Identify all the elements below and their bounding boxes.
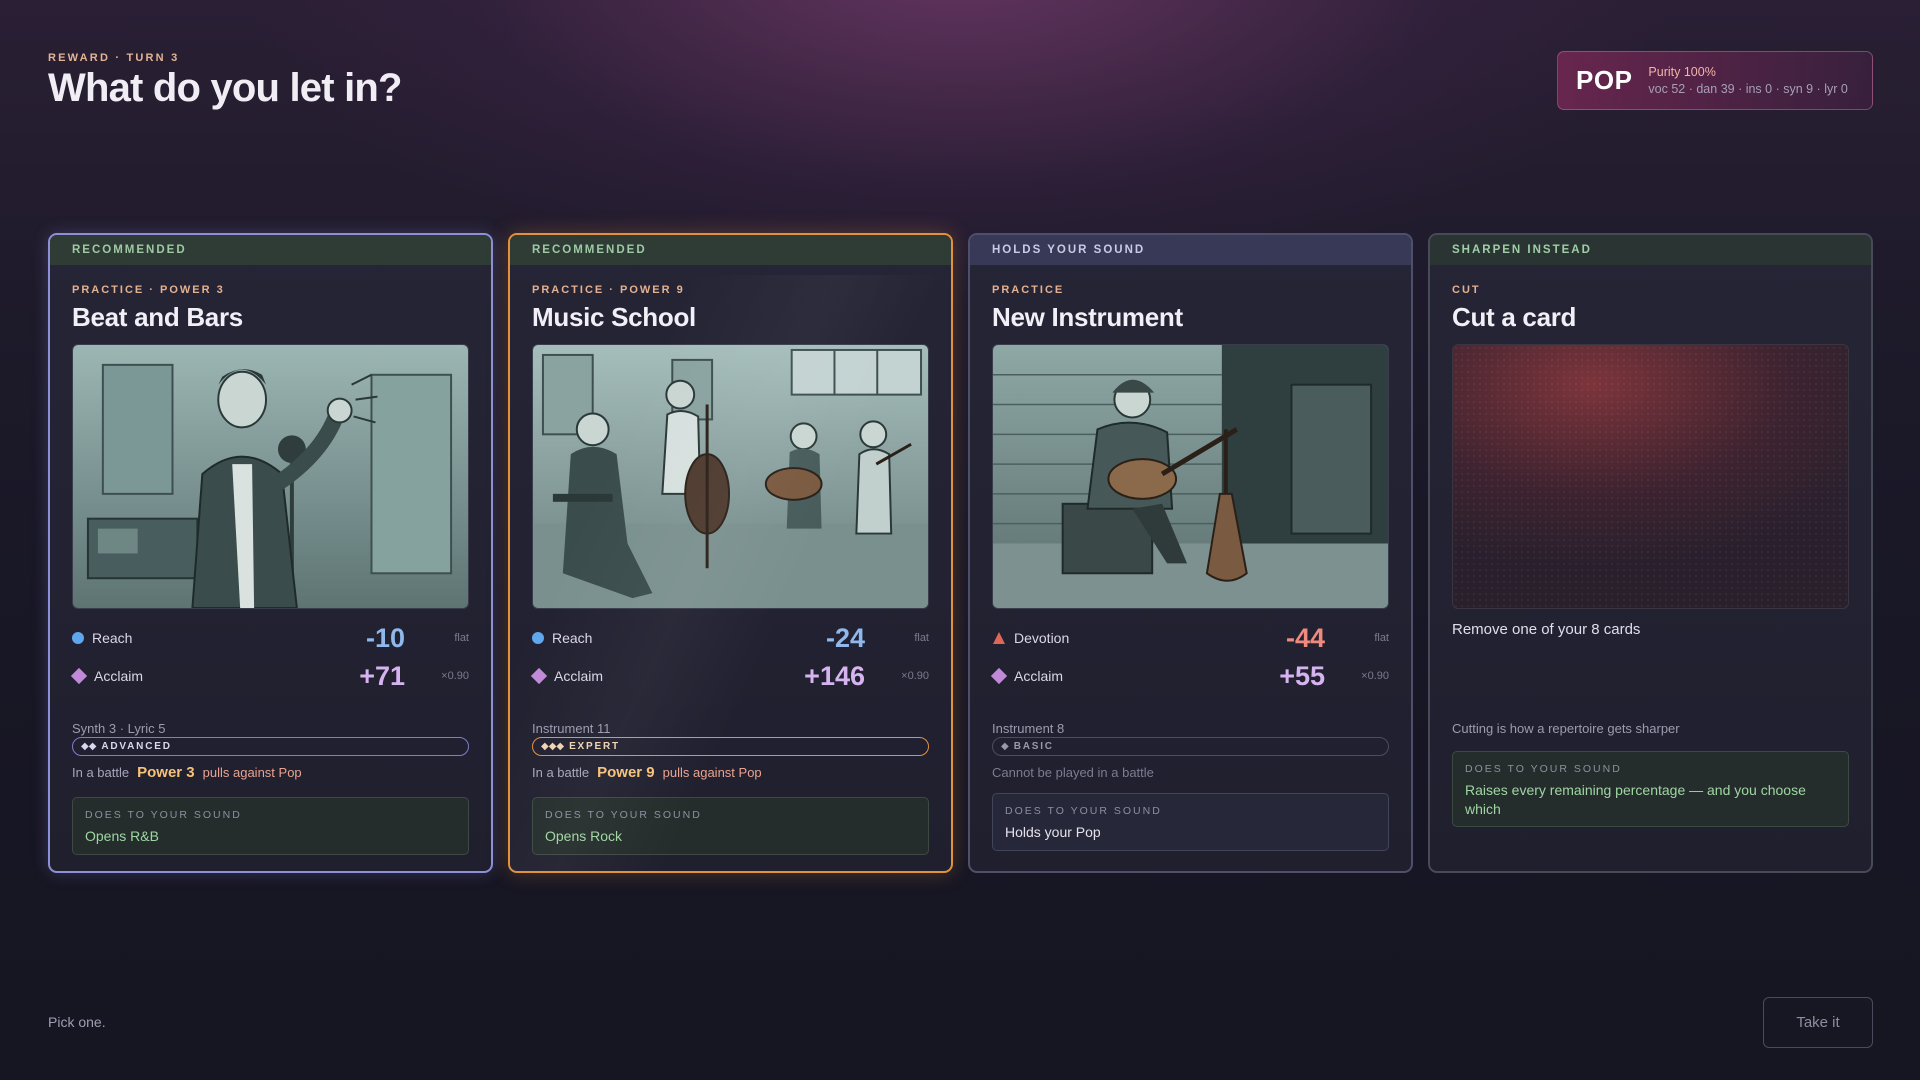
card-title: Music School — [532, 302, 696, 332]
battle-power: Power 3 — [137, 764, 195, 781]
tier-badge: ◆◆◆ EXPERT — [532, 737, 929, 756]
tier-pips-icon: ◆◆◆ — [541, 741, 565, 752]
battle-suffix: pulls against Pop — [662, 765, 762, 780]
stat-row-reach: Reach -10 flat — [72, 623, 469, 653]
card-banner: HOLDS YOUR SOUND — [970, 235, 1411, 265]
effect-label: DOES TO YOUR SOUND — [1005, 805, 1162, 817]
card-kicker: PRACTICE — [992, 284, 1065, 296]
diamond-purple-icon — [70, 667, 88, 685]
battle-line: In a battle Power 3 pulls against Pop — [72, 764, 302, 781]
stat-modifier: ×0.90 — [901, 670, 929, 682]
stat-value: +55 — [1279, 660, 1325, 691]
battle-note: Cannot be played in a battle — [992, 765, 1154, 780]
stat-row-acclaim: Acclaim +146 ×0.90 — [530, 660, 929, 691]
reward-card-row: RECOMMENDED PRACTICE · POWER 3 Beat and … — [48, 233, 1873, 873]
stat-label: Devotion — [1014, 630, 1070, 646]
stat-modifier: ×0.90 — [441, 670, 469, 682]
card-title: New Instrument — [992, 302, 1183, 332]
effect-label: DOES TO YOUR SOUND — [85, 809, 242, 821]
sound-effect-box: DOES TO YOUR SOUND Raises every remainin… — [1452, 751, 1849, 827]
genre-status-panel: POP Purity 100% voc 52 · dan 39 · ins 0 … — [1557, 51, 1873, 110]
stat-value: -44 — [1285, 622, 1325, 653]
card-kicker: PRACTICE · POWER 3 — [72, 284, 225, 296]
battle-power: Power 9 — [597, 764, 655, 781]
dot-blue-icon — [532, 632, 544, 644]
battle-suffix: pulls against Pop — [202, 765, 302, 780]
card-illustration-recording-booth — [72, 344, 469, 609]
card-illustration-guitarist-alley — [992, 344, 1389, 609]
reward-card-beat-and-bars[interactable]: RECOMMENDED PRACTICE · POWER 3 Beat and … — [48, 233, 493, 873]
tier-pips-icon: ◆◆ — [81, 741, 97, 752]
effect-text: Opens Rock — [545, 828, 623, 844]
tier-label: ADVANCED — [101, 741, 172, 752]
sound-effect-box: DOES TO YOUR SOUND Holds your Pop — [992, 793, 1389, 851]
card-requirement: Instrument 11 — [532, 721, 611, 736]
stat-row-devotion: Devotion -44 flat — [992, 623, 1389, 653]
stat-row-acclaim: Acclaim +55 ×0.90 — [990, 660, 1389, 691]
card-illustration-music-classroom — [532, 344, 929, 609]
card-requirement: Synth 3 · Lyric 5 — [72, 721, 166, 736]
stat-value: -10 — [365, 622, 405, 653]
stat-label: Acclaim — [1014, 668, 1064, 684]
card-kicker: PRACTICE · POWER 9 — [532, 284, 685, 296]
card-kicker: CUT — [1452, 284, 1481, 296]
stat-label: Reach — [92, 630, 133, 646]
page-title: What do you let in? — [48, 66, 402, 110]
turn-eyebrow: REWARD · TURN 3 — [48, 52, 180, 64]
card-requirement: Instrument 8 — [992, 721, 1065, 736]
effect-text: Holds your Pop — [1005, 824, 1101, 840]
card-banner: RECOMMENDED — [50, 235, 491, 265]
card-title: Cut a card — [1452, 302, 1577, 332]
effect-label: DOES TO YOUR SOUND — [545, 809, 702, 821]
stat-row-reach: Reach -24 flat — [532, 623, 929, 653]
dot-blue-icon — [72, 632, 84, 644]
tier-pips-icon: ◆ — [1001, 741, 1009, 752]
reward-card-music-school[interactable]: RECOMMENDED PRACTICE · POWER 9 Music Sch… — [508, 233, 953, 873]
tier-label: BASIC — [1013, 741, 1054, 752]
tier-badge: ◆◆ ADVANCED — [72, 737, 469, 756]
effect-text: Opens R&B — [85, 828, 159, 844]
sound-effect-box: DOES TO YOUR SOUND Opens Rock — [532, 797, 929, 855]
card-subtext: Cutting is how a repertoire gets sharper — [1452, 721, 1680, 736]
stat-modifier: flat — [454, 632, 469, 644]
stat-modifier: ×0.90 — [1361, 670, 1389, 682]
stat-label: Acclaim — [94, 668, 144, 684]
stat-modifier: flat — [1374, 632, 1389, 644]
stat-value: -24 — [825, 622, 865, 653]
effect-label: DOES TO YOUR SOUND — [1465, 763, 1622, 775]
triangle-red-icon — [992, 631, 1006, 645]
stat-row-acclaim: Acclaim +71 ×0.90 — [70, 660, 469, 691]
stat-value: +71 — [359, 660, 405, 691]
genre-info: Purity 100% voc 52 · dan 39 · ins 0 · sy… — [1648, 65, 1847, 96]
card-illustration-cut — [1452, 344, 1849, 609]
reward-card-new-instrument[interactable]: HOLDS YOUR SOUND PRACTICE New Instrument — [968, 233, 1413, 873]
battle-prefix: In a battle — [532, 765, 590, 780]
genre-name: POP — [1576, 65, 1633, 95]
genre-purity: Purity 100% — [1648, 65, 1716, 79]
reward-card-cut-a-card[interactable]: SHARPEN INSTEAD CUT Cut a card Remove on… — [1428, 233, 1873, 873]
card-banner: RECOMMENDED — [510, 235, 951, 265]
diamond-purple-icon — [530, 667, 548, 685]
tier-badge: ◆ BASIC — [992, 737, 1389, 756]
stat-modifier: flat — [914, 632, 929, 644]
stat-label: Reach — [552, 630, 593, 646]
take-it-button[interactable]: Take it — [1763, 997, 1873, 1048]
card-description: Remove one of your 8 cards — [1452, 621, 1641, 638]
effect-text: Raises every remaining percentage — and … — [1465, 782, 1806, 817]
sound-effect-box: DOES TO YOUR SOUND Opens R&B — [72, 797, 469, 855]
battle-prefix: In a battle — [72, 765, 130, 780]
tier-label: EXPERT — [569, 741, 620, 752]
diamond-purple-icon — [990, 667, 1008, 685]
footer-hint: Pick one. — [48, 1014, 106, 1030]
card-banner: SHARPEN INSTEAD — [1430, 235, 1871, 265]
stat-value: +146 — [804, 660, 865, 691]
card-title: Beat and Bars — [72, 302, 243, 332]
battle-line: In a battle Power 9 pulls against Pop — [532, 764, 762, 781]
stat-label: Acclaim — [554, 668, 604, 684]
genre-stats: voc 52 · dan 39 · ins 0 · syn 9 · lyr 0 — [1648, 82, 1848, 96]
